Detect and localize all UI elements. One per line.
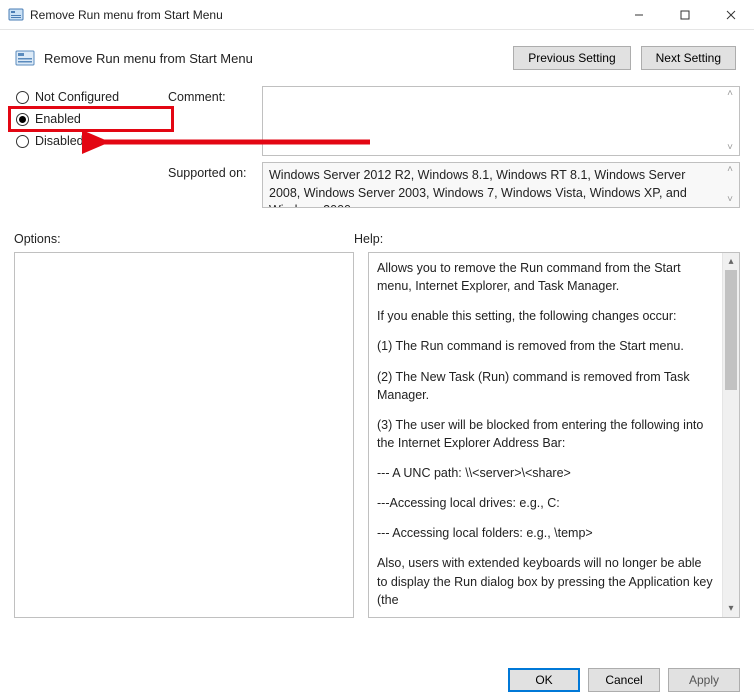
help-paragraph: Allows you to remove the Run command fro… (377, 259, 714, 295)
window-titlebar: Remove Run menu from Start Menu (0, 0, 754, 30)
dialog-footer: OK Cancel Apply (508, 668, 740, 692)
policy-icon (14, 47, 36, 69)
next-setting-button[interactable]: Next Setting (641, 46, 736, 70)
window-title: Remove Run menu from Start Menu (30, 8, 616, 22)
scroll-thumb[interactable] (725, 270, 737, 390)
comment-textarea[interactable] (263, 87, 721, 155)
cancel-button[interactable]: Cancel (588, 668, 660, 692)
help-paragraph: --- A UNC path: \\<server>\<share> (377, 464, 714, 482)
help-paragraph: (2) The New Task (Run) command is remove… (377, 368, 714, 404)
radio-circle-icon (16, 135, 29, 148)
window-controls (616, 0, 754, 29)
radio-label: Enabled (35, 112, 81, 126)
scroll-up-icon[interactable]: ▴ (728, 253, 733, 270)
panel-labels: Options: Help: (0, 218, 754, 248)
radio-circle-icon (16, 91, 29, 104)
minimize-button[interactable] (616, 0, 662, 29)
supported-on-text: Windows Server 2012 R2, Windows 8.1, Win… (263, 163, 721, 207)
radio-circle-icon (16, 113, 29, 126)
help-paragraph: ---Accessing local drives: e.g., C: (377, 494, 714, 512)
supported-on-label: Supported on: (168, 162, 258, 180)
options-panel (14, 252, 354, 618)
help-paragraph: If you enable this setting, the followin… (377, 307, 714, 325)
help-label: Help: (354, 232, 740, 246)
config-area: Not Configured Enabled Disabled Comment:… (0, 76, 754, 218)
panels: Allows you to remove the Run command fro… (0, 248, 754, 618)
comment-label: Comment: (168, 86, 258, 104)
apply-button[interactable]: Apply (668, 668, 740, 692)
radio-enabled[interactable]: Enabled (14, 108, 164, 130)
state-radio-group: Not Configured Enabled Disabled (14, 86, 164, 152)
radio-label: Not Configured (35, 90, 119, 104)
radio-label: Disabled (35, 134, 84, 148)
help-panel: Allows you to remove the Run command fro… (368, 252, 740, 618)
scroll-indicator: ˄˅ (721, 87, 739, 155)
radio-disabled[interactable]: Disabled (14, 130, 164, 152)
policy-icon (8, 7, 24, 23)
close-button[interactable] (708, 0, 754, 29)
maximize-button[interactable] (662, 0, 708, 29)
help-paragraph: (1) The Run command is removed from the … (377, 337, 714, 355)
help-paragraph: (3) The user will be blocked from enteri… (377, 416, 714, 452)
help-scrollbar[interactable]: ▴ ▾ (722, 253, 739, 617)
setting-title: Remove Run menu from Start Menu (44, 51, 513, 66)
setting-header: Remove Run menu from Start Menu Previous… (0, 30, 754, 76)
options-label: Options: (14, 232, 354, 246)
supported-on-field: Windows Server 2012 R2, Windows 8.1, Win… (262, 162, 740, 208)
scroll-indicator: ˄˅ (721, 163, 739, 207)
scroll-down-icon[interactable]: ▾ (728, 600, 733, 617)
help-paragraph: Also, users with extended keyboards will… (377, 554, 714, 608)
ok-button[interactable]: OK (508, 668, 580, 692)
scroll-track[interactable] (723, 270, 739, 600)
radio-not-configured[interactable]: Not Configured (14, 86, 164, 108)
comment-field[interactable]: ˄˅ (262, 86, 740, 156)
previous-setting-button[interactable]: Previous Setting (513, 46, 630, 70)
help-text: Allows you to remove the Run command fro… (369, 253, 722, 617)
help-paragraph: --- Accessing local folders: e.g., \temp… (377, 524, 714, 542)
